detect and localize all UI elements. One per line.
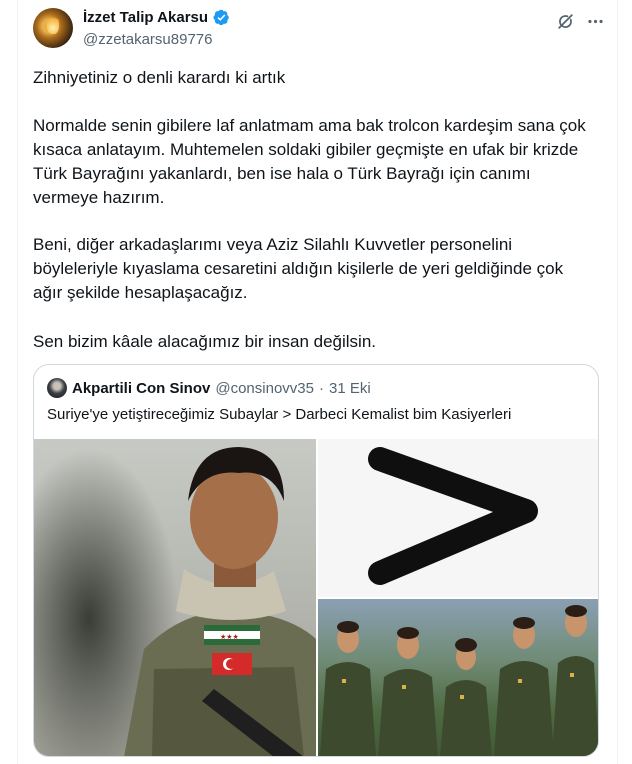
tweet-paragraph: Zihniyetiniz o denli karardı ki artık [33,68,286,87]
author-avatar[interactable] [33,8,73,48]
grok-icon[interactable] [556,12,575,31]
tweet-paragraph: Normalde senin gibilere laf anlatmam ama… [33,116,586,207]
quoted-image-soldier[interactable]: ★★★ [34,439,316,756]
timeline-border-right [617,0,618,764]
quoted-tweet-text: Suriye'ye yetiştireceğimiz Subaylar > Da… [47,406,512,423]
svg-text:★★★: ★★★ [220,633,239,641]
author-name-row: İzzet Talip Akarsu [83,9,230,26]
verified-badge-icon [213,9,229,26]
quoted-author-handle[interactable]: @consinovv35 [215,380,314,397]
author-name[interactable]: İzzet Talip Akarsu [83,9,208,26]
quoted-image-officers[interactable] [318,599,598,756]
more-options-icon[interactable] [586,12,605,31]
quoted-tweet-header: Akpartili Con Sinov @consinovv35 · 31 Ek… [47,378,371,398]
author-handle[interactable]: @zzetakarsu89776 [83,31,212,48]
quoted-tweet[interactable]: Akpartili Con Sinov @consinovv35 · 31 Ek… [33,364,599,757]
tweet-paragraph: Sen bizim kâale alacağımız bir insan değ… [33,332,377,351]
tweet-paragraph: Beni, diğer arkadaşlarımı veya Aziz Sila… [33,235,564,302]
quoted-author-avatar[interactable] [47,378,67,398]
quoted-image-greater-than[interactable] [318,439,598,597]
greater-than-symbol-graphic [368,447,538,585]
officers-photo-graphic [320,605,598,756]
soldier-photo-graphic: ★★★ [34,447,316,756]
quoted-separator: · [318,379,324,397]
quoted-date[interactable]: 31 Eki [329,380,371,397]
quoted-author-name[interactable]: Akpartili Con Sinov [72,380,210,397]
timeline-border-left [17,0,18,764]
